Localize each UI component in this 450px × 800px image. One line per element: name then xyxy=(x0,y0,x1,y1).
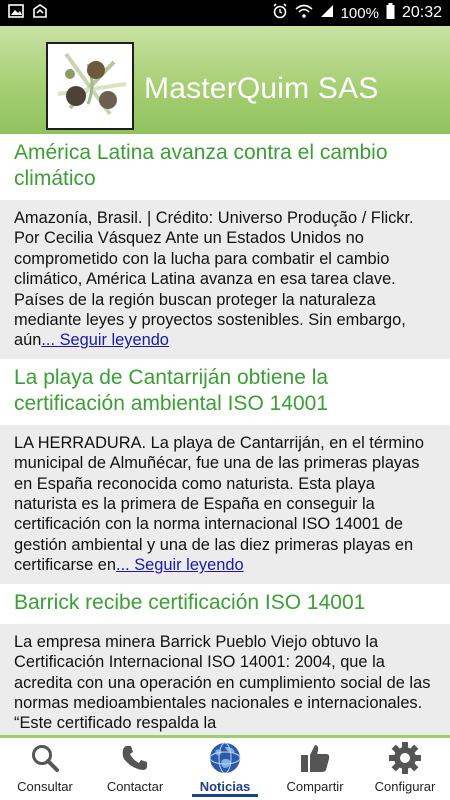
article-excerpt: LA HERRADURA. La playa de Cantarriján, e… xyxy=(0,424,450,584)
nav-label: Compartir xyxy=(286,779,344,794)
wifi-icon xyxy=(295,4,313,22)
nav-label: Configurar xyxy=(374,779,436,794)
article-title[interactable]: América Latina avanza contra el cambio c… xyxy=(0,134,450,200)
read-more-link[interactable]: ... Seguir leyendo xyxy=(41,331,169,349)
nav-label: Noticias xyxy=(199,779,251,794)
gear-icon xyxy=(385,740,425,776)
app-logo xyxy=(46,42,134,130)
battery-percent: 100% xyxy=(340,4,379,22)
news-article: América Latina avanza contra el cambio c… xyxy=(0,134,450,359)
excerpt-text: LA HERRADURA. La playa de Cantarriján, e… xyxy=(14,433,424,575)
nav-label: Contactar xyxy=(106,779,164,794)
article-title[interactable]: Barrick recibe certificación ISO 14001 xyxy=(0,583,450,624)
app-notification-icon xyxy=(32,4,48,22)
news-list[interactable]: América Latina avanza contra el cambio c… xyxy=(0,134,450,735)
news-article: La playa de Cantarriján obtiene la certi… xyxy=(0,358,450,584)
article-excerpt: Amazonía, Brasil. | Crédito: Universo Pr… xyxy=(0,200,450,359)
battery-icon xyxy=(386,3,395,23)
phone-icon xyxy=(115,740,155,776)
globe-icon xyxy=(205,740,245,776)
excerpt-text: Amazonía, Brasil. | Crédito: Universo Pr… xyxy=(14,209,414,350)
clock: 20:32 xyxy=(401,4,442,21)
alarm-icon xyxy=(272,3,288,23)
news-article: Barrick recibe certificación ISO 14001 L… xyxy=(0,583,450,735)
read-more-link[interactable]: ... Seguir leyendo xyxy=(116,556,244,574)
nav-noticias[interactable]: Noticias xyxy=(180,738,270,800)
app-header: MasterQuim SAS xyxy=(0,26,450,134)
status-bar: 100% 20:32 xyxy=(0,0,450,26)
article-title[interactable]: La playa de Cantarriján obtiene la certi… xyxy=(0,358,450,425)
nav-configurar[interactable]: Configurar xyxy=(360,738,450,800)
search-icon xyxy=(25,740,65,776)
article-excerpt: La empresa minera Barrick Pueblo Viejo o… xyxy=(0,623,450,735)
active-tab-indicator xyxy=(192,794,258,797)
nav-contactar[interactable]: Contactar xyxy=(90,738,180,800)
image-notification-icon xyxy=(8,4,24,22)
nav-compartir[interactable]: Compartir xyxy=(270,738,360,800)
signal-icon xyxy=(320,4,334,22)
thumbs-up-icon xyxy=(295,740,335,776)
nav-label: Consultar xyxy=(17,779,73,794)
excerpt-text: La empresa minera Barrick Pueblo Viejo o… xyxy=(14,632,431,733)
nav-consultar[interactable]: Consultar xyxy=(0,738,90,800)
app-title: MasterQuim SAS xyxy=(144,72,379,105)
bottom-navigation: Consultar Contactar Noticias Compartir C… xyxy=(0,735,450,800)
